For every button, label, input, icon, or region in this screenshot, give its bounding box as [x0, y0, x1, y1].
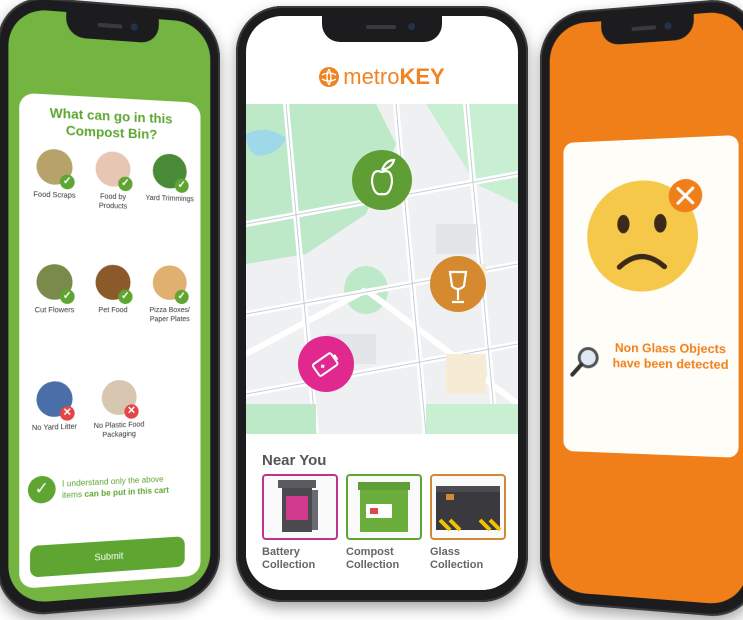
agree-check-icon[interactable]: ✓: [27, 475, 56, 505]
compost-item-no-yard-litter[interactable]: ✕ No Yard Litter: [26, 380, 83, 434]
sad-face-icon: [587, 178, 703, 292]
item-label: Pet Food: [98, 307, 128, 315]
glass-collection-card[interactable]: [430, 474, 506, 540]
phone-notch: [322, 16, 442, 42]
label-line-2: Collection: [346, 559, 400, 571]
compost-item-food-by-products[interactable]: ✓ Food by Products: [85, 150, 141, 212]
brand-text-bold: KEY: [399, 64, 445, 89]
submit-button[interactable]: Submit: [30, 536, 185, 578]
item-label: No Yard Litter: [31, 423, 78, 433]
close-icon: ✕: [124, 404, 139, 419]
front-camera: [408, 23, 415, 30]
check-icon: ✓: [118, 289, 133, 304]
detection-alert-card: Non Glass Objects have been detected: [563, 134, 739, 458]
app-logo: metroKEY: [246, 64, 518, 90]
compost-title: What can go in this Compost Bin?: [49, 104, 173, 143]
front-camera: [664, 21, 672, 30]
battery-pin[interactable]: [298, 336, 354, 392]
city-map[interactable]: [246, 104, 518, 434]
food-by-products-photo: ✓: [95, 150, 133, 192]
item-label: Yard Trimmings: [145, 194, 194, 204]
food-scraps-photo: ✓: [36, 148, 75, 190]
item-label: Pizza Boxes/ Paper Plates: [149, 307, 190, 324]
item-label: No Plastic Food Packaging: [93, 421, 145, 440]
agree-line-2a: items: [62, 489, 83, 501]
label-line-1: Glass: [430, 546, 460, 558]
phone-notch: [66, 11, 159, 44]
cut-flowers-photo: ✓: [36, 263, 75, 304]
compost-collection-card[interactable]: [346, 474, 422, 540]
agree-text: I understand only the above items can be…: [62, 473, 169, 501]
label-line-2: Collection: [262, 559, 316, 571]
globe-icon: [319, 67, 340, 87]
compost-item-pizza-boxes[interactable]: ✓ Pizza Boxes/ Paper Plates: [143, 265, 197, 324]
label-line-1: Battery: [262, 546, 300, 558]
yard-trimmings-photo: ✓: [152, 153, 189, 194]
yard-litter-photo: ✕: [36, 380, 75, 421]
label-line-1: Compost: [346, 546, 394, 558]
agree-line-2b: can be put in this cart: [84, 485, 169, 499]
glass-pin[interactable]: [430, 256, 486, 312]
message-line-1: Non Glass Objects: [614, 340, 727, 357]
check-icon: ✓: [59, 174, 75, 190]
battery-bin-image: [278, 480, 318, 532]
compost-item-yard-trimmings[interactable]: ✓ Yard Trimmings: [143, 153, 197, 205]
compost-item-no-plastic[interactable]: ✕ No Plastic Food Packaging: [85, 379, 153, 441]
front-camera: [130, 23, 138, 31]
close-icon: ✕: [59, 405, 75, 421]
agree-checkbox-row[interactable]: ✓ I understand only the above items can …: [27, 469, 197, 508]
magnifier-icon: [569, 344, 603, 379]
close-icon: [668, 178, 703, 213]
label-line-2: Collection: [430, 559, 484, 571]
detection-screen: Non Glass Objects have been detected: [549, 9, 743, 607]
item-label: Food Scraps: [33, 191, 76, 200]
near-you-title: Near You: [262, 452, 327, 469]
phone-compost-guide: What can go in this Compost Bin? ✓ Food …: [0, 0, 220, 619]
compost-screen: What can go in this Compost Bin? ✓ Food …: [8, 7, 211, 605]
compost-card: What can go in this Compost Bin? ✓ Food …: [19, 92, 201, 589]
check-icon: ✓: [118, 176, 133, 192]
phone-notch: [601, 13, 694, 46]
phone-glass-detection: Non Glass Objects have been detected: [540, 0, 743, 620]
speaker-grille: [97, 22, 123, 29]
check-icon: ✓: [59, 289, 75, 304]
speaker-grille: [631, 25, 657, 32]
item-label: Cut Flowers: [34, 307, 75, 315]
battery-collection-label: Battery Collection: [262, 546, 342, 572]
compost-item-pet-food[interactable]: ✓ Pet Food: [85, 264, 141, 316]
brand-text-light: metro: [343, 64, 400, 89]
compost-item-food-scraps[interactable]: ✓ Food Scraps: [26, 148, 83, 201]
plastic-packaging-photo: ✕: [101, 379, 139, 419]
pet-food-photo: ✓: [95, 264, 133, 304]
compost-pin[interactable]: [352, 150, 412, 210]
compost-items-grid: ✓ Food Scraps ✓ Food by Products ✓ Yard …: [26, 148, 195, 439]
pizza-boxes-photo: ✓: [152, 265, 189, 304]
speaker-grille: [366, 25, 396, 29]
glass-bin-image: [436, 486, 502, 532]
detection-message: Non Glass Objects have been detected: [603, 341, 738, 374]
check-icon: ✓: [174, 178, 189, 194]
glass-collection-label: Glass Collection: [430, 546, 510, 572]
check-icon: ✓: [174, 289, 189, 304]
battery-collection-card[interactable]: [262, 474, 338, 540]
near-you-panel: Near You Battery Collection Compost Coll…: [246, 434, 518, 590]
compost-bin-image: [358, 482, 410, 532]
message-line-2: have been detected: [612, 355, 729, 373]
item-label: Food by Products: [98, 193, 128, 211]
phone-metrokey-map: metroKEY Near You Battery Collection Com…: [236, 6, 528, 602]
compost-collection-label: Compost Collection: [346, 546, 426, 572]
compost-item-cut-flowers[interactable]: ✓ Cut Flowers: [26, 263, 83, 316]
map-screen: metroKEY Near You Battery Collection Com…: [246, 16, 518, 590]
